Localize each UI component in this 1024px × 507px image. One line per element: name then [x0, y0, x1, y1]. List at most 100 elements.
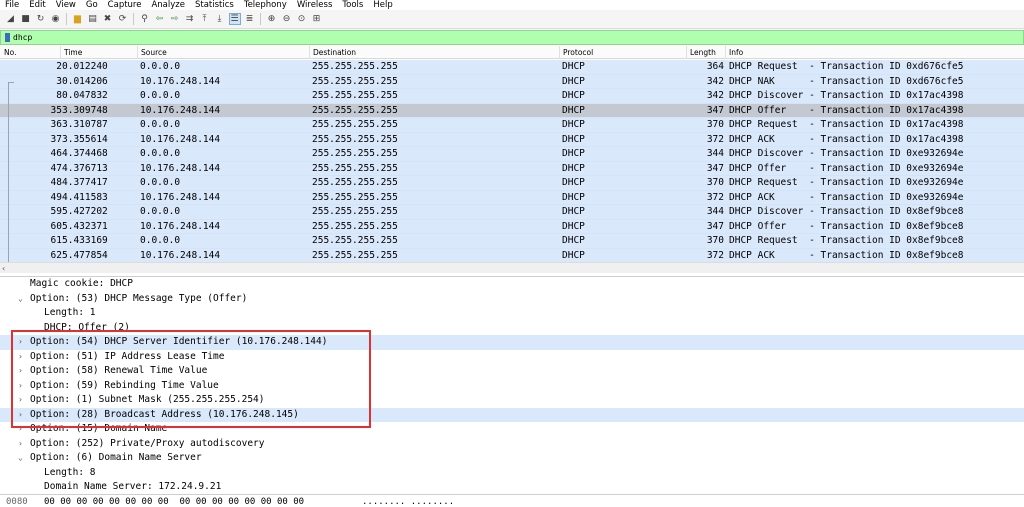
expanded-arrow-icon[interactable]: ⌄	[18, 451, 23, 465]
packet-cell-src: 0.0.0.0	[140, 148, 181, 159]
packet-row[interactable]: 3 0.014206 10.176.248.144 255.255.255.255 DH…	[0, 74, 1024, 89]
first-packet-icon[interactable]: ⤒	[199, 13, 211, 25]
packet-row[interactable]: 37 3.355614 10.176.248.144 255.255.255.255 D…	[0, 132, 1024, 147]
collapsed-arrow-icon[interactable]: ›	[18, 437, 23, 451]
packet-cell-len: 347	[706, 220, 724, 232]
packet-row[interactable]: 60 5.432371 10.176.248.144 255.255.255.255 D…	[0, 219, 1024, 234]
packet-row[interactable]: 47 4.376713 10.176.248.144 255.255.255.255 D…	[0, 161, 1024, 176]
menu-telephony[interactable]: Telephony	[240, 0, 293, 10]
detail-row[interactable]: › Option: (28) Broadcast Address (10.176.…	[0, 407, 1024, 422]
detail-row[interactable]: ⌄ Option: (53) DHCP Message Type (Offer)	[0, 292, 1024, 307]
detail-row[interactable]: › Option: (59) Rebinding Time Value	[0, 379, 1024, 394]
detail-row[interactable]: › Option: (252) Private/Proxy autodiscove…	[0, 437, 1024, 452]
packet-row[interactable]: 2 0.012240 0.0.0.0 255.255.255.255 DHCP 364 DH…	[0, 60, 1024, 75]
packet-row[interactable]: 48 4.377417 0.0.0.0 255.255.255.255 DHCP 370 D…	[0, 176, 1024, 191]
bookmark-icon[interactable]	[5, 33, 10, 42]
interface-list-icon[interactable]: ◢	[5, 13, 17, 25]
save-file-icon[interactable]: ▤	[87, 13, 99, 25]
go-to-packet-icon[interactable]: ⇉	[184, 13, 196, 25]
detail-row[interactable]: › Option: (1) Subnet Mask (255.255.255.25…	[0, 393, 1024, 408]
menu-statistics[interactable]: Statistics	[191, 0, 240, 10]
detail-row[interactable]: Domain Name Server: 172.24.9.21	[0, 480, 1024, 493]
packet-cell-len: 372	[706, 133, 724, 145]
packet-row[interactable]: 35 3.309748 10.176.248.144 255.255.255.255 D…	[0, 103, 1024, 118]
zoom-in-icon[interactable]: ⊕	[266, 13, 278, 25]
collapsed-arrow-icon[interactable]: ›	[18, 408, 23, 422]
resize-columns-icon[interactable]: ⊞	[311, 13, 323, 25]
column-header-time[interactable]: Time	[64, 48, 82, 57]
column-header-source[interactable]: Source	[141, 48, 167, 57]
menu-file[interactable]: File	[0, 0, 25, 10]
detail-row[interactable]: ⌄ Option: (6) Domain Name Server	[0, 451, 1024, 466]
packet-cell-len: 347	[706, 162, 724, 174]
packet-cell-time: 3.310787	[62, 119, 108, 130]
stop-capture-icon[interactable]: ■	[20, 13, 32, 25]
collapsed-arrow-icon[interactable]: ›	[18, 364, 23, 378]
go-back-icon[interactable]: ⇦	[154, 13, 166, 25]
scroll-left-icon[interactable]: ‹	[2, 264, 5, 273]
packet-row[interactable]: 62 5.477854 10.176.248.144 255.255.255.255 D…	[0, 248, 1024, 262]
column-header-destination[interactable]: Destination	[313, 48, 356, 57]
collapsed-arrow-icon[interactable]: ›	[18, 335, 23, 349]
horizontal-scrollbar[interactable]: ‹	[0, 262, 1024, 273]
menu-edit[interactable]: Edit	[25, 0, 51, 10]
packet-cell-info: DHCP NAK - Transaction ID 0xd676cfe5	[729, 75, 964, 87]
column-header-length[interactable]: Length	[690, 48, 716, 57]
packet-cell-proto: DHCP	[562, 90, 585, 101]
colorize-icon[interactable]: ≣	[244, 13, 256, 25]
capture-options-icon[interactable]: ◉	[50, 13, 62, 25]
column-header-protocol[interactable]: Protocol	[563, 48, 593, 57]
packet-cell-proto: DHCP	[562, 220, 585, 232]
collapsed-arrow-icon[interactable]: ›	[18, 350, 23, 364]
menu-help[interactable]: Help	[369, 0, 398, 10]
menu-wireless[interactable]: Wireless	[293, 0, 339, 10]
packet-row[interactable]: 61 5.433169 0.0.0.0 255.255.255.255 DHCP 370 D…	[0, 234, 1024, 249]
packet-row[interactable]: 36 3.310787 0.0.0.0 255.255.255.255 DHCP 370 D…	[0, 118, 1024, 133]
menu-view[interactable]: View	[52, 0, 82, 10]
display-filter-input[interactable]	[13, 31, 913, 44]
collapsed-arrow-icon[interactable]: ›	[18, 393, 23, 407]
zoom-out-icon[interactable]: ⊖	[281, 13, 293, 25]
menu-go[interactable]: Go	[82, 0, 104, 10]
detail-row[interactable]: Magic cookie: DHCP	[0, 277, 1024, 292]
open-file-icon[interactable]: ▆	[72, 13, 84, 25]
display-filter-bar	[0, 30, 1024, 45]
column-header-no[interactable]: No.	[4, 48, 16, 57]
detail-row[interactable]: Length: 8	[0, 466, 1024, 481]
bytes-hex[interactable]: 00 00 00 00 00 00 00 00 00 00 00 00 00 0…	[44, 496, 304, 507]
reload-file-icon[interactable]: ⟳	[117, 13, 129, 25]
bytes-ascii[interactable]: ........ ........	[362, 496, 454, 507]
packet-cell-src: 10.176.248.144	[140, 75, 221, 87]
packet-cell-proto: DHCP	[562, 162, 585, 174]
packet-cell-info: DHCP Offer - Transaction ID 0xe932694e	[729, 162, 964, 174]
last-packet-icon[interactable]: ⤓	[214, 13, 226, 25]
main-toolbar: ◢ ■ ↻ ◉ ▆ ▤ ✖ ⟳ ⚲ ⇦ ⇨ ⇉ ⤒ ⤓ ☰ ≣ ⊕ ⊖ ⊙ ⊞	[0, 10, 1024, 29]
collapsed-arrow-icon[interactable]: ›	[18, 379, 23, 393]
detail-row[interactable]: Length: 1	[0, 306, 1024, 321]
collapsed-arrow-icon[interactable]: ›	[18, 422, 23, 436]
go-forward-icon[interactable]: ⇨	[169, 13, 181, 25]
expanded-arrow-icon[interactable]: ⌄	[18, 292, 23, 306]
menu-analyze[interactable]: Analyze	[147, 0, 191, 10]
menu-capture[interactable]: Capture	[104, 0, 148, 10]
packet-cell-src: 0.0.0.0	[140, 206, 181, 217]
find-packet-icon[interactable]: ⚲	[139, 13, 151, 25]
detail-row[interactable]: › Option: (54) DHCP Server Identifier (10…	[0, 335, 1024, 350]
detail-row[interactable]: › Option: (51) IP Address Lease Time	[0, 350, 1024, 365]
close-file-icon[interactable]: ✖	[102, 13, 114, 25]
detail-row[interactable]: DHCP: Offer (2)	[0, 321, 1024, 336]
autoscroll-icon[interactable]: ☰	[228, 13, 241, 25]
zoom-normal-icon[interactable]: ⊙	[296, 13, 308, 25]
packet-row[interactable]: 59 5.427202 0.0.0.0 255.255.255.255 DHCP 344 D…	[0, 205, 1024, 220]
detail-row[interactable]: › Option: (58) Renewal Time Value	[0, 364, 1024, 379]
packet-row[interactable]: 8 0.047832 0.0.0.0 255.255.255.255 DHCP 342 DH…	[0, 89, 1024, 104]
restart-capture-icon[interactable]: ↻	[35, 13, 47, 25]
packet-row[interactable]: 49 4.411583 10.176.248.144 255.255.255.255 D…	[0, 190, 1024, 205]
packet-row[interactable]: 46 4.374468 0.0.0.0 255.255.255.255 DHCP 344 D…	[0, 147, 1024, 162]
column-header-info[interactable]: Info	[729, 48, 743, 57]
packet-cell-time: 4.376713	[62, 162, 108, 174]
detail-text: DHCP: Offer (2)	[44, 321, 130, 333]
menu-tools[interactable]: Tools	[338, 0, 369, 10]
detail-row[interactable]: › Option: (15) Domain Name	[0, 422, 1024, 437]
column-separator	[309, 46, 310, 59]
